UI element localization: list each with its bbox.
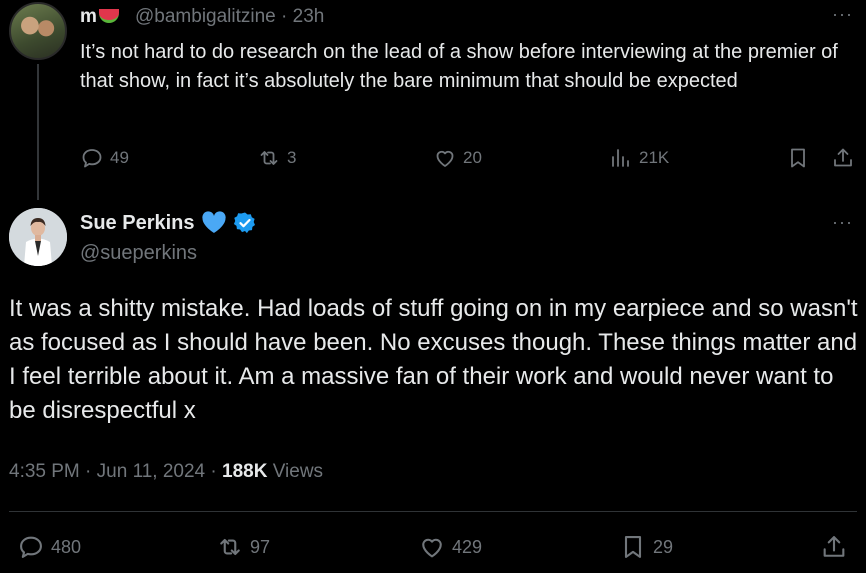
reply-count: 49 bbox=[110, 148, 129, 167]
tweet-more-button[interactable]: ··· bbox=[832, 212, 853, 233]
repost-count: 3 bbox=[287, 148, 297, 167]
thread-connector-line bbox=[37, 64, 39, 200]
bookmark-icon bbox=[791, 148, 805, 168]
tweet-text: It was a shitty mistake. Had loads of st… bbox=[9, 295, 858, 424]
analytics-icon bbox=[612, 149, 629, 167]
reply-repost-button[interactable]: 3 bbox=[257, 146, 296, 170]
repost-count: 97 bbox=[250, 536, 271, 557]
like-count: 429 bbox=[452, 536, 483, 557]
verified-badge-icon[interactable] bbox=[233, 211, 257, 235]
share-icon bbox=[834, 148, 852, 167]
views-number: 188K bbox=[222, 461, 268, 482]
tweet-repost-button[interactable]: 97 bbox=[216, 533, 270, 561]
like-count: 20 bbox=[463, 148, 482, 167]
reply-share-button[interactable] bbox=[831, 146, 855, 170]
bookmark-icon bbox=[624, 536, 642, 558]
reply-author-name[interactable]: m bbox=[80, 6, 119, 28]
tweet-meta: 4:35 PM · Jun 11, 2024 · 188K Views bbox=[9, 461, 323, 483]
repost-icon bbox=[260, 151, 278, 165]
reply-views-button[interactable]: 21K bbox=[609, 146, 669, 170]
reply-bookmark-button[interactable] bbox=[786, 146, 810, 170]
separator: · bbox=[85, 461, 92, 482]
reply-icon bbox=[82, 149, 102, 168]
views-count: 21K bbox=[639, 148, 670, 167]
blue-heart-emoji-icon bbox=[201, 211, 226, 233]
tweet-date[interactable]: Jun 11, 2024 bbox=[97, 461, 205, 482]
reply-handle[interactable]: @bambigalitzine bbox=[135, 6, 276, 27]
tweet-display-name: Sue Perkins bbox=[80, 211, 195, 234]
tweet-bookmark-button[interactable]: 29 bbox=[619, 533, 673, 561]
separator: · bbox=[210, 461, 217, 482]
avatar-bambigalitzine[interactable] bbox=[9, 2, 67, 60]
tweet-share-button[interactable] bbox=[820, 533, 848, 561]
views-label: Views bbox=[272, 461, 324, 482]
watermelon-emoji-icon bbox=[98, 8, 119, 23]
tweet-reply-button[interactable]: 480 bbox=[17, 533, 81, 561]
separator: · bbox=[281, 6, 288, 27]
reply-timestamp[interactable]: 23h bbox=[293, 6, 325, 27]
tweet-author-name[interactable]: Sue Perkins bbox=[80, 211, 257, 235]
reply-handle-time: @bambigalitzine · 23h bbox=[135, 6, 324, 28]
profile-photo-icon bbox=[9, 208, 67, 266]
divider bbox=[9, 511, 857, 512]
repost-icon bbox=[220, 538, 240, 556]
heart-icon bbox=[436, 150, 454, 167]
tweet-like-button[interactable]: 429 bbox=[418, 533, 482, 561]
avatar-sueperkins[interactable] bbox=[9, 208, 67, 266]
reply-count: 480 bbox=[51, 536, 82, 557]
reply-icon bbox=[20, 536, 42, 558]
heart-icon bbox=[422, 538, 442, 558]
reply-like-button[interactable]: 20 bbox=[433, 146, 482, 170]
tweet-time[interactable]: 4:35 PM bbox=[9, 461, 80, 482]
tweet-handle[interactable]: @sueperkins bbox=[80, 242, 197, 265]
reply-reply-button[interactable]: 49 bbox=[80, 146, 129, 170]
reply-more-button[interactable]: ··· bbox=[832, 4, 853, 25]
share-icon bbox=[823, 536, 845, 557]
bookmark-count: 29 bbox=[653, 536, 674, 557]
reply-text: It’s not hard to do research on the lead… bbox=[80, 41, 838, 92]
reply-display-name: m bbox=[80, 6, 97, 27]
